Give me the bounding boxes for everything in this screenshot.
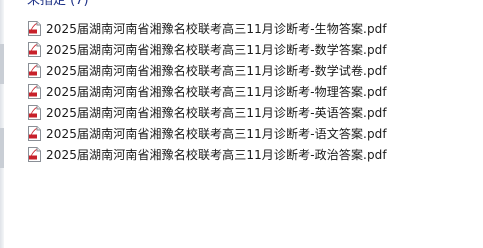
file-item[interactable]: 2025届湖南河南省湘豫名校联考高三11月诊断考-数学答案.pdf [28, 39, 387, 60]
file-name: 2025届湖南河南省湘豫名校联考高三11月诊断考-语文答案.pdf [46, 127, 387, 141]
pdf-file-icon [28, 63, 41, 78]
file-list: 2025届湖南河南省湘豫名校联考高三11月诊断考-生物答案.pdf 2025届湖… [28, 18, 387, 165]
file-name: 2025届湖南河南省湘豫名校联考高三11月诊断考-物理答案.pdf [46, 85, 387, 99]
file-item[interactable]: 2025届湖南河南省湘豫名校联考高三11月诊断考-物理答案.pdf [28, 81, 387, 102]
file-item[interactable]: 2025届湖南河南省湘豫名校联考高三11月诊断考-数学试卷.pdf [28, 60, 387, 81]
file-name: 2025届湖南河南省湘豫名校联考高三11月诊断考-政治答案.pdf [46, 148, 387, 162]
pdf-file-icon [28, 126, 41, 141]
pdf-file-icon [28, 147, 41, 162]
file-explorer-pane: 未指定 (7) 2025届湖南河南省湘豫名校联考高三11月诊断考-生物答案.pd… [0, 0, 483, 248]
left-pane-edge [0, 0, 4, 248]
file-item[interactable]: 2025届湖南河南省湘豫名校联考高三11月诊断考-英语答案.pdf [28, 102, 387, 123]
group-header[interactable]: 未指定 (7) [27, 0, 89, 9]
scrollbar-segment [0, 44, 4, 84]
pdf-file-icon [28, 21, 41, 36]
pdf-file-icon [28, 105, 41, 120]
file-item[interactable]: 2025届湖南河南省湘豫名校联考高三11月诊断考-语文答案.pdf [28, 123, 387, 144]
file-name: 2025届湖南河南省湘豫名校联考高三11月诊断考-数学答案.pdf [46, 43, 387, 57]
pdf-file-icon [28, 84, 41, 99]
scrollbar-segment [0, 128, 4, 168]
file-name: 2025届湖南河南省湘豫名校联考高三11月诊断考-数学试卷.pdf [46, 64, 387, 78]
pdf-file-icon [28, 42, 41, 57]
file-name: 2025届湖南河南省湘豫名校联考高三11月诊断考-英语答案.pdf [46, 106, 387, 120]
file-item[interactable]: 2025届湖南河南省湘豫名校联考高三11月诊断考-生物答案.pdf [28, 18, 387, 39]
file-name: 2025届湖南河南省湘豫名校联考高三11月诊断考-生物答案.pdf [46, 22, 387, 36]
file-item[interactable]: 2025届湖南河南省湘豫名校联考高三11月诊断考-政治答案.pdf [28, 144, 387, 165]
